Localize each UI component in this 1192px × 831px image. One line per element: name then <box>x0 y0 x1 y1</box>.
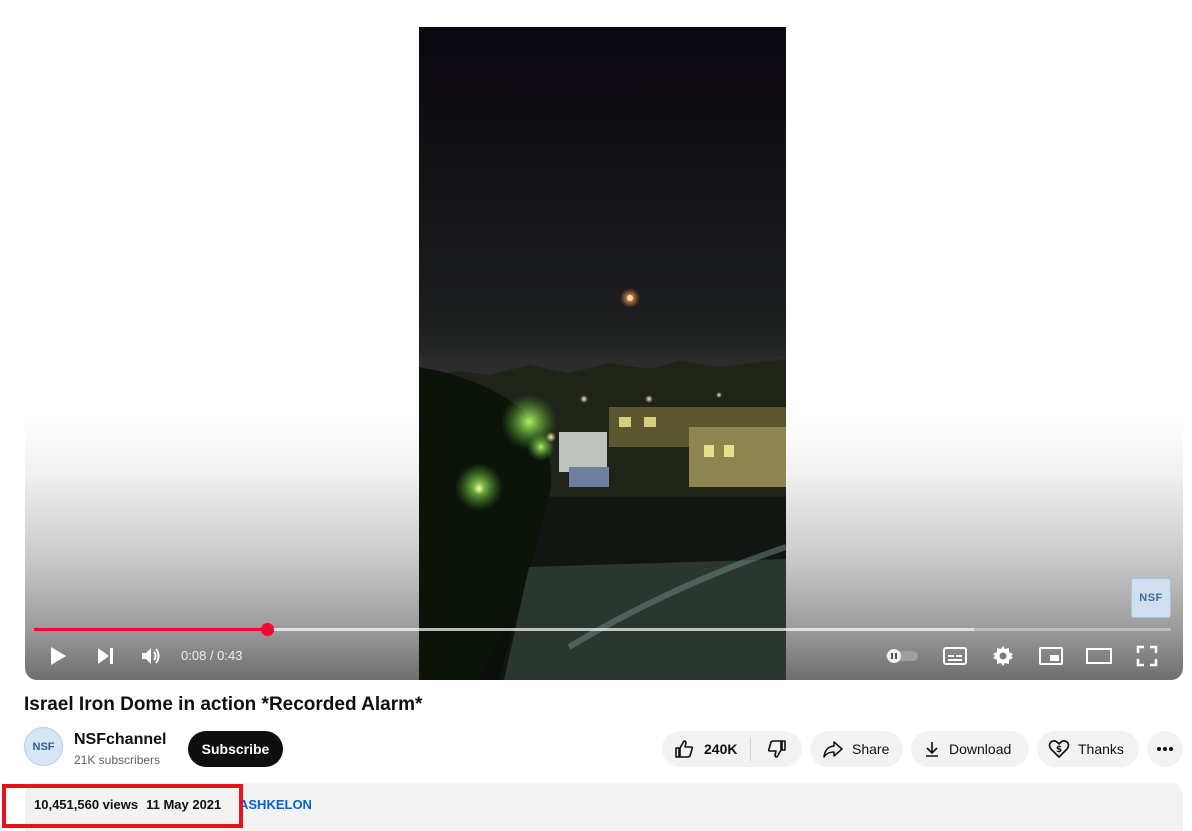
settings-button[interactable] <box>989 642 1017 670</box>
miniplayer-button[interactable] <box>1037 642 1065 670</box>
autoplay-toggle-icon <box>886 649 918 663</box>
autoplay-toggle[interactable] <box>884 642 920 670</box>
download-button[interactable]: Download <box>911 731 1029 767</box>
thanks-button[interactable]: $ Thanks <box>1037 731 1139 767</box>
subscriber-count: 21K subscribers <box>74 753 161 767</box>
progress-played <box>34 628 268 631</box>
highlight-annotation-box <box>2 784 243 828</box>
video-player[interactable]: NSF 0:08 / 0:43 <box>25 0 1183 680</box>
volume-icon <box>142 648 160 664</box>
watch-page: NSF 0:08 / 0:43 Israel Iron Dome in acti… <box>0 0 1192 831</box>
subtitles-button[interactable] <box>941 642 969 670</box>
svg-text:$: $ <box>1056 745 1062 755</box>
miniplayer-icon <box>1039 647 1063 665</box>
download-label: Download <box>949 741 1012 757</box>
settings-icon <box>993 646 1013 666</box>
subtitles-icon <box>943 647 967 665</box>
channel-watermark[interactable]: NSF <box>1131 578 1171 618</box>
hashtag-link[interactable]: ASHKELON <box>239 797 312 812</box>
subscribe-button[interactable]: Subscribe <box>188 731 283 767</box>
thanks-label: Thanks <box>1078 741 1124 757</box>
play-button[interactable] <box>44 642 72 670</box>
download-icon <box>923 740 941 758</box>
fullscreen-icon <box>1136 645 1158 667</box>
video-title: Israel Iron Dome in action *Recorded Ala… <box>24 694 423 715</box>
avatar[interactable]: NSF <box>24 727 63 766</box>
video-scene <box>419 288 786 680</box>
channel-name[interactable]: NSFchannel <box>74 731 166 749</box>
like-count: 240K <box>704 741 738 757</box>
progress-scrubber[interactable] <box>261 623 275 636</box>
more-actions-button[interactable] <box>1147 731 1183 767</box>
theater-mode-button[interactable] <box>1084 642 1114 670</box>
fullscreen-button[interactable] <box>1133 642 1161 670</box>
next-button[interactable] <box>91 642 119 670</box>
like-dislike-group: 240K <box>662 731 802 767</box>
share-icon <box>822 740 844 758</box>
thumbs-down-icon <box>767 739 787 759</box>
next-icon <box>98 648 113 664</box>
play-icon <box>51 647 66 665</box>
heart-dollar-icon: $ <box>1048 739 1070 759</box>
time-display: 0:08 / 0:43 <box>181 648 243 663</box>
share-label: Share <box>852 741 890 757</box>
watermark-text: NSF <box>1139 592 1163 604</box>
more-horizontal-icon <box>1157 747 1173 751</box>
share-button[interactable]: Share <box>810 731 903 767</box>
dislike-button[interactable] <box>751 731 802 767</box>
video-frame[interactable] <box>419 27 786 680</box>
like-button[interactable]: 240K <box>662 731 750 767</box>
progress-bar[interactable] <box>34 623 1171 636</box>
thumbs-up-icon <box>674 739 694 759</box>
theater-icon <box>1086 648 1112 664</box>
avatar-text: NSF <box>32 740 55 753</box>
volume-button[interactable] <box>137 642 165 670</box>
